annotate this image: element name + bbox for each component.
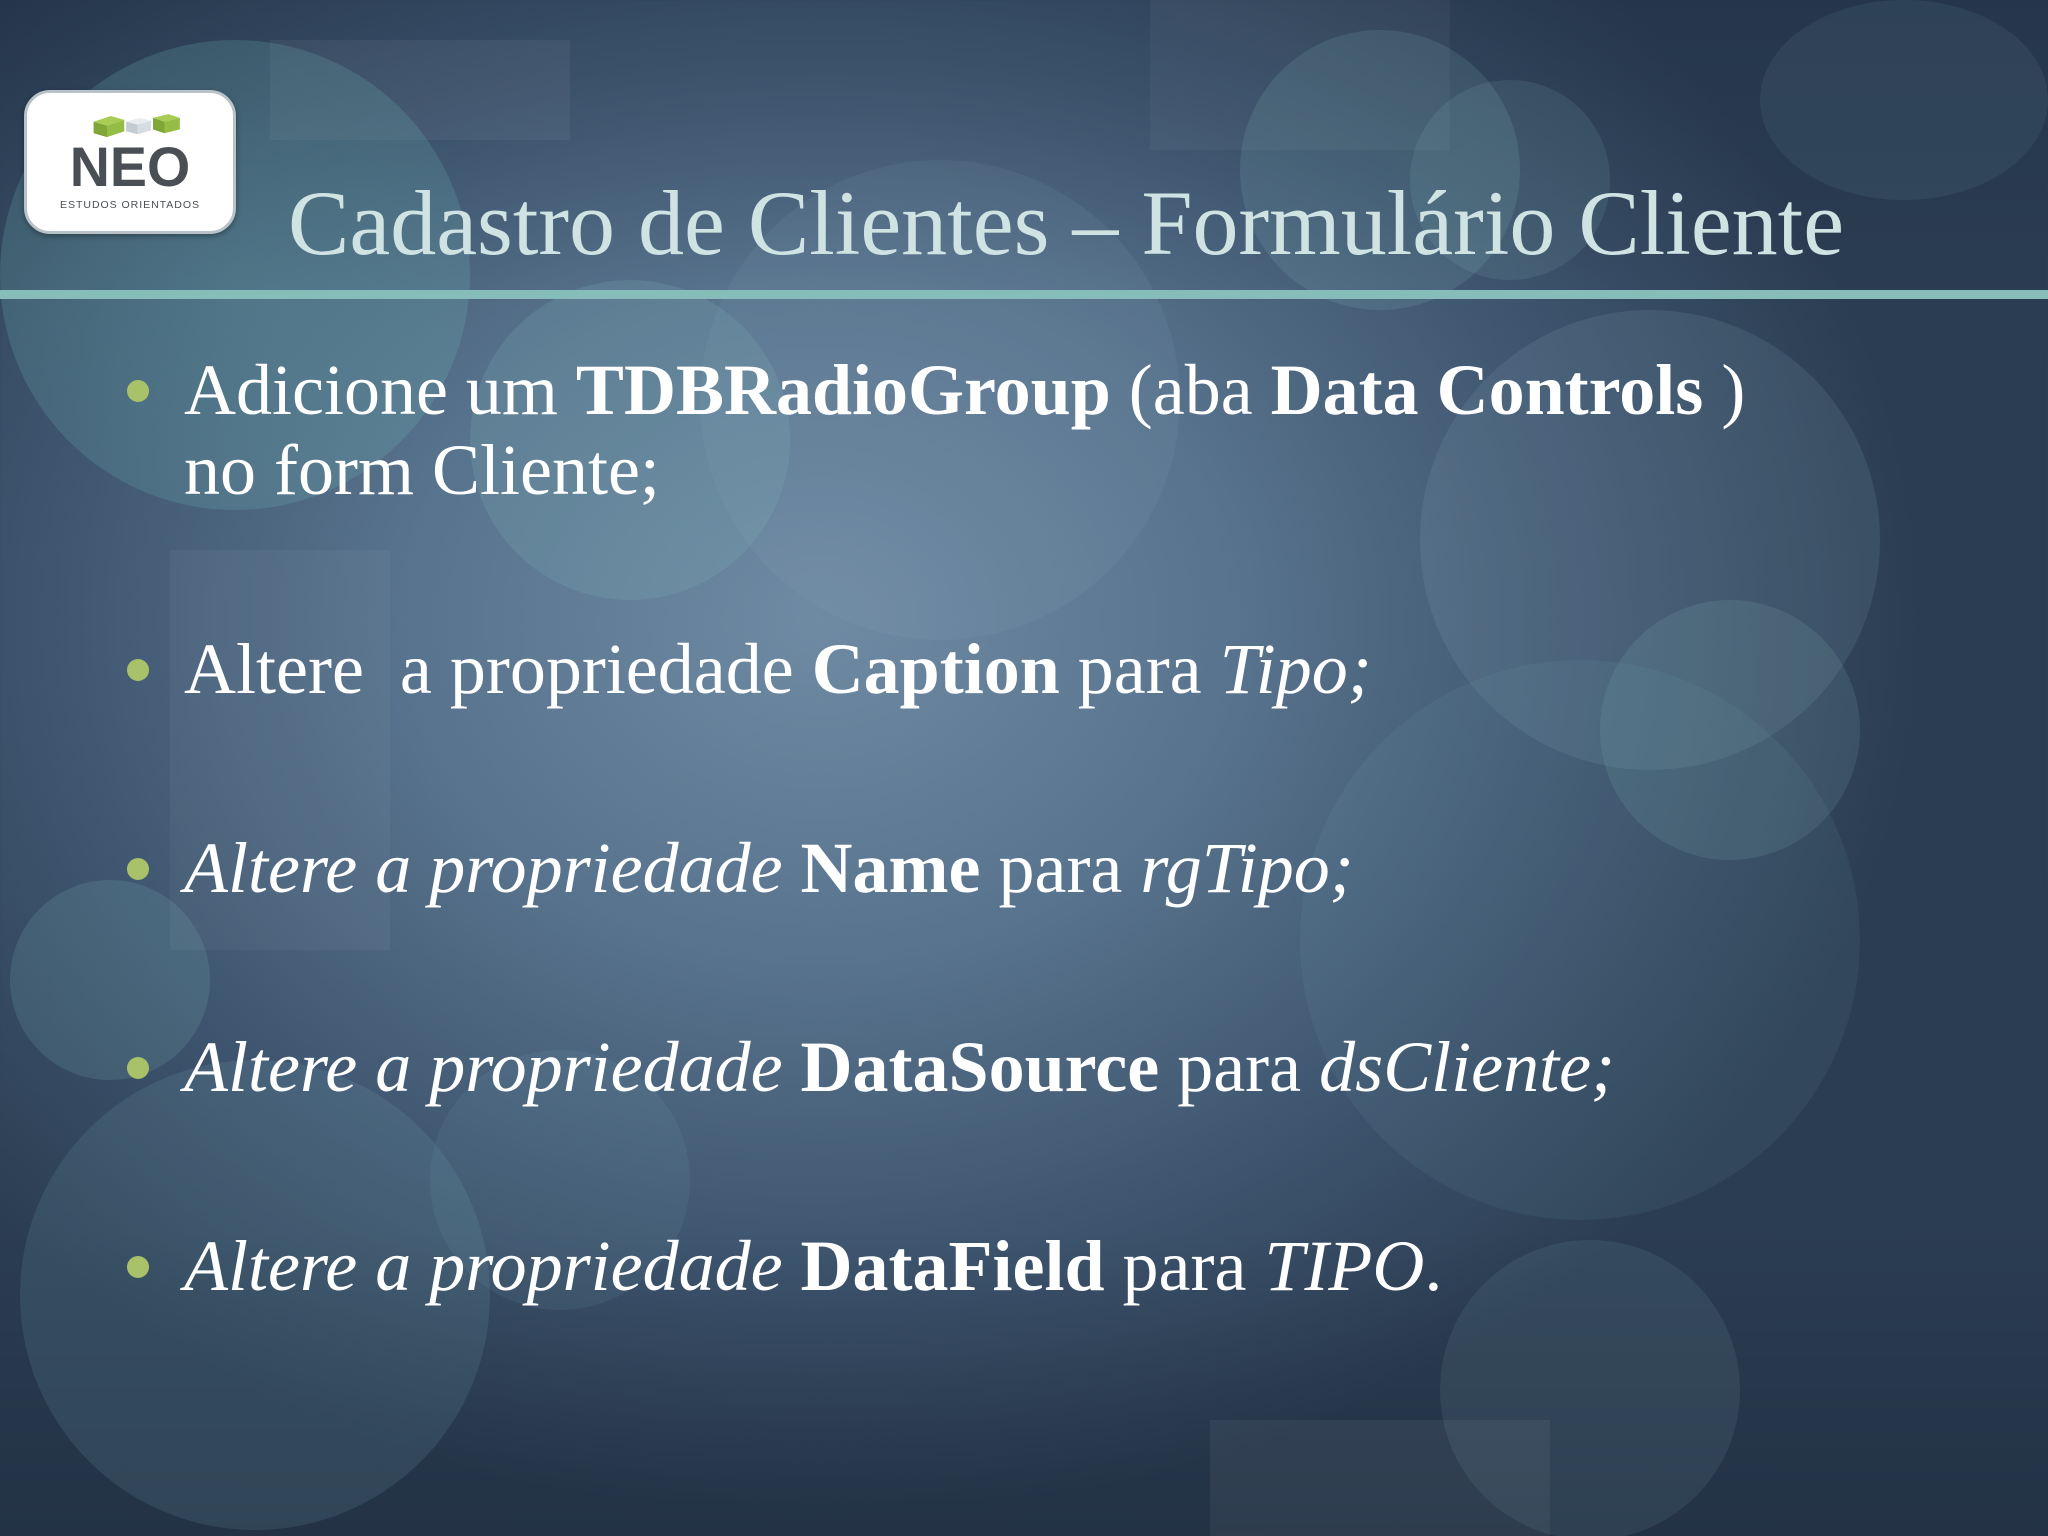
bullet-1-text-2: (aba (1110, 350, 1271, 430)
bullet-4-property: DataSource (800, 1027, 1160, 1107)
logo-cubes-icon (93, 114, 180, 138)
bullet-2-text-1: Altere a propriedade (184, 629, 812, 709)
bullet-5-property: DataField (800, 1226, 1105, 1306)
bullet-1-component: TDBRadioGroup (575, 350, 1111, 430)
logo-brand-text: NEO (70, 136, 190, 198)
bullet-2-text-2: para (1059, 629, 1220, 709)
bullet-3-value: rgTipo; (1140, 828, 1354, 908)
bullet-1-text-3: ) (1721, 350, 1746, 430)
bullet-1-tab: Data Controls (1270, 350, 1722, 430)
bullet-5-text-2: para (1104, 1226, 1265, 1306)
bullet-5-text-3: . (1424, 1226, 1443, 1306)
bullet-2-property: Caption (811, 629, 1060, 709)
bullet-1-text-1: Adicione um (184, 350, 576, 430)
bullet-5-value: TIPO (1264, 1226, 1425, 1306)
logo-tagline-text: ESTUDOS ORIENTADOS (60, 199, 200, 211)
bullet-3-text-2: para (980, 828, 1141, 908)
title-divider (0, 290, 2048, 299)
bullet-item-2: Altere a propriedade Caption para Tipo; (127, 629, 1944, 709)
bullet-dot-icon (127, 858, 149, 880)
bullet-item-3: Altere a propriedade Name para rgTipo; (127, 828, 1944, 908)
bullet-2-value: Tipo; (1219, 629, 1372, 709)
bullet-4-text-1: Altere a propriedade (184, 1027, 801, 1107)
bullet-dot-icon (127, 1256, 149, 1278)
bullet-3-text-1: Altere a propriedade (184, 828, 801, 908)
neo-logo: NEO ESTUDOS ORIENTADOS (24, 90, 236, 234)
slide-title: Cadastro de Clientes – Formulário Client… (288, 172, 1845, 274)
bullet-item-1: Adicione um TDBRadioGroup (aba Data Cont… (127, 350, 1944, 510)
bullet-dot-icon (127, 380, 149, 402)
bullet-1-text-4: no form Cliente; (184, 430, 660, 510)
bullet-item-5: Altere a propriedade DataField para TIPO… (127, 1226, 1944, 1306)
bullet-4-value: dsCliente; (1319, 1027, 1616, 1107)
bullet-item-4: Altere a propriedade DataSource para dsC… (127, 1027, 1944, 1107)
bullet-4-text-2: para (1159, 1027, 1320, 1107)
bullet-dot-icon (127, 659, 149, 681)
neo-logo-graphic: NEO ESTUDOS ORIENTADOS (60, 114, 200, 211)
bullet-dot-icon (127, 1057, 149, 1079)
bullet-5-text-1: Altere a propriedade (184, 1226, 801, 1306)
bullet-3-property: Name (800, 828, 981, 908)
